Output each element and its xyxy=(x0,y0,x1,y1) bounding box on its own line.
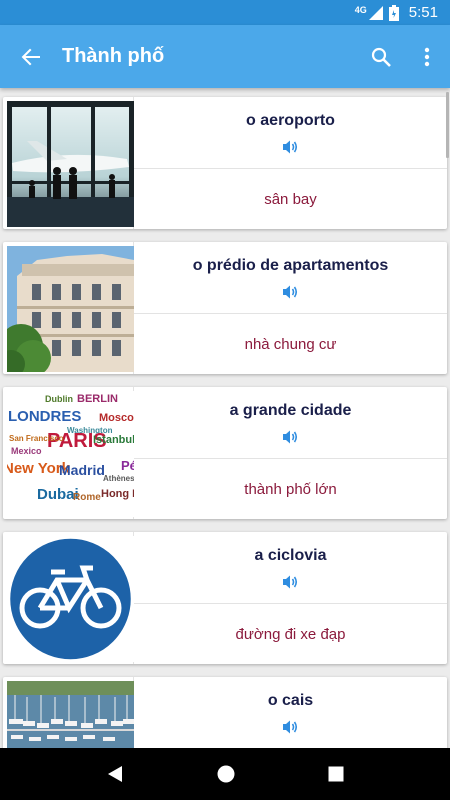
list-item[interactable]: o prédio de apartamentos nhà chung cư xyxy=(3,242,447,374)
translation: thành phố lớn xyxy=(244,480,337,498)
cloud-word: Dublin xyxy=(45,394,73,404)
thumbnail xyxy=(3,532,134,664)
scrollbar[interactable] xyxy=(446,92,449,158)
home-circle-icon[interactable] xyxy=(217,765,235,783)
app-bar: Thành phố xyxy=(0,25,450,88)
thumbnail xyxy=(3,242,134,374)
cloud-word: Hong Ko xyxy=(101,488,134,500)
cloud-word: LONDRES xyxy=(8,408,82,425)
clock: 5:51 xyxy=(408,4,438,21)
recents-square-icon[interactable] xyxy=(328,766,344,782)
status-bar: 4G 5:51 xyxy=(0,0,450,25)
speaker-icon[interactable] xyxy=(282,285,299,299)
back-triangle-icon[interactable] xyxy=(106,765,124,783)
apartment-building-image xyxy=(7,246,134,372)
cloud-word: Rome xyxy=(73,492,101,503)
translation: nhà chung cư xyxy=(244,335,337,353)
thumbnail: Dublin BERLIN LONDRES Moscou Washington … xyxy=(3,387,134,519)
thumbnail xyxy=(3,677,134,748)
signal-icon xyxy=(368,5,383,20)
term: a ciclovia xyxy=(254,546,327,564)
more-vert-icon xyxy=(424,47,430,66)
page-title: Thành phố xyxy=(62,45,165,67)
search-button[interactable] xyxy=(358,25,404,88)
speaker-icon[interactable] xyxy=(282,430,299,444)
cloud-word: Istanbul xyxy=(93,434,134,446)
term: o cais xyxy=(267,691,314,709)
back-arrow-icon xyxy=(21,48,40,65)
battery-icon xyxy=(388,4,399,21)
cloud-word: Madrid xyxy=(59,462,105,478)
network-type: 4G xyxy=(354,4,367,15)
list-item[interactable]: o aeroporto sân bay xyxy=(3,97,447,229)
speaker-icon[interactable] xyxy=(282,140,299,154)
vocabulary-list: o aeroporto sân bay o prédio de apartame… xyxy=(0,88,450,748)
cloud-word: BERLIN xyxy=(77,393,118,405)
list-item[interactable]: a ciclovia đường đi xe đạp xyxy=(3,532,447,664)
more-options-button[interactable] xyxy=(404,25,450,88)
harbor-boats-image xyxy=(7,681,134,748)
city-names-word-cloud-image: Dublin BERLIN LONDRES Moscou Washington … xyxy=(7,391,134,517)
cloud-word: Athènes xyxy=(103,474,134,483)
term: a grande cidade xyxy=(229,401,352,419)
navigation-bar xyxy=(0,748,450,800)
cloud-word: San Francisco xyxy=(9,434,64,443)
back-button[interactable] xyxy=(0,25,62,88)
search-icon xyxy=(371,47,391,67)
translation: sân bay xyxy=(264,190,317,208)
airport-image xyxy=(7,101,134,227)
translation: đường đi xe đạp xyxy=(235,625,346,643)
cloud-word: Pé xyxy=(121,458,134,473)
cloud-word: Mexico xyxy=(11,446,42,456)
thumbnail xyxy=(3,97,134,229)
speaker-icon[interactable] xyxy=(282,575,299,589)
term: o aeroporto xyxy=(246,111,335,129)
speaker-icon[interactable] xyxy=(282,720,299,734)
list-item[interactable]: o cais xyxy=(3,677,447,748)
list-item[interactable]: Dublin BERLIN LONDRES Moscou Washington … xyxy=(3,387,447,519)
bicycle-lane-sign-image xyxy=(7,536,134,662)
term: o prédio de apartamentos xyxy=(192,256,389,274)
cloud-word: Moscou xyxy=(99,412,134,424)
